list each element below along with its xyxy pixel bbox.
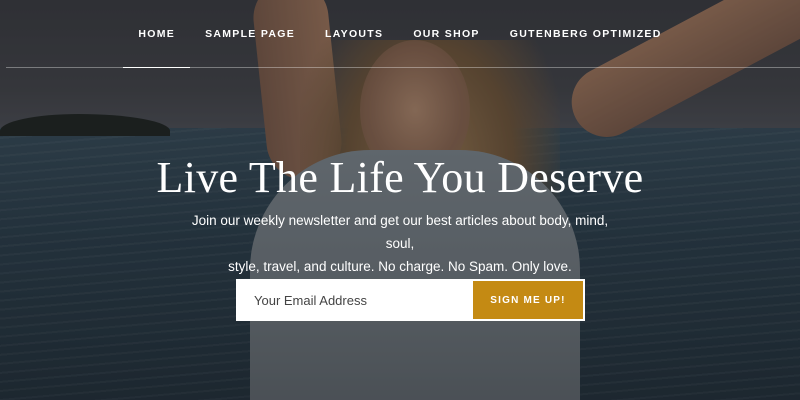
nav-item-gutenberg-optimized[interactable]: GUTENBERG OPTIMIZED bbox=[495, 0, 677, 68]
nav-item-our-shop[interactable]: OUR SHOP bbox=[398, 0, 494, 68]
nav-item-home[interactable]: HOME bbox=[123, 0, 190, 68]
nav-item-label: OUR SHOP bbox=[413, 28, 480, 40]
email-input[interactable] bbox=[238, 281, 473, 319]
hero-subtitle-line-1: Join our weekly newsletter and get our b… bbox=[191, 213, 609, 251]
hero-subtitle-line-2: style, travel, and culture. No charge. N… bbox=[228, 259, 572, 274]
hero-title: Live The Life You Deserve bbox=[156, 153, 644, 202]
sign-me-up-button[interactable]: SIGN ME UP! bbox=[473, 281, 583, 319]
nav-item-label: SAMPLE PAGE bbox=[205, 28, 296, 40]
nav-item-sample-page[interactable]: SAMPLE PAGE bbox=[190, 0, 310, 68]
nav-list: HOME SAMPLE PAGE LAYOUTS OUR SHOP GUTENB… bbox=[0, 0, 800, 68]
nav-item-label: HOME bbox=[138, 28, 176, 40]
newsletter-signup-form: SIGN ME UP! bbox=[236, 279, 585, 321]
nav-divider bbox=[6, 67, 800, 68]
nav-item-label: GUTENBERG OPTIMIZED bbox=[509, 28, 662, 40]
nav-item-label: LAYOUTS bbox=[325, 28, 384, 40]
main-navigation: HOME SAMPLE PAGE LAYOUTS OUR SHOP GUTENB… bbox=[0, 0, 800, 68]
hero-subtitle: Join our weekly newsletter and get our b… bbox=[180, 209, 620, 278]
nav-item-layouts[interactable]: LAYOUTS bbox=[310, 0, 398, 68]
